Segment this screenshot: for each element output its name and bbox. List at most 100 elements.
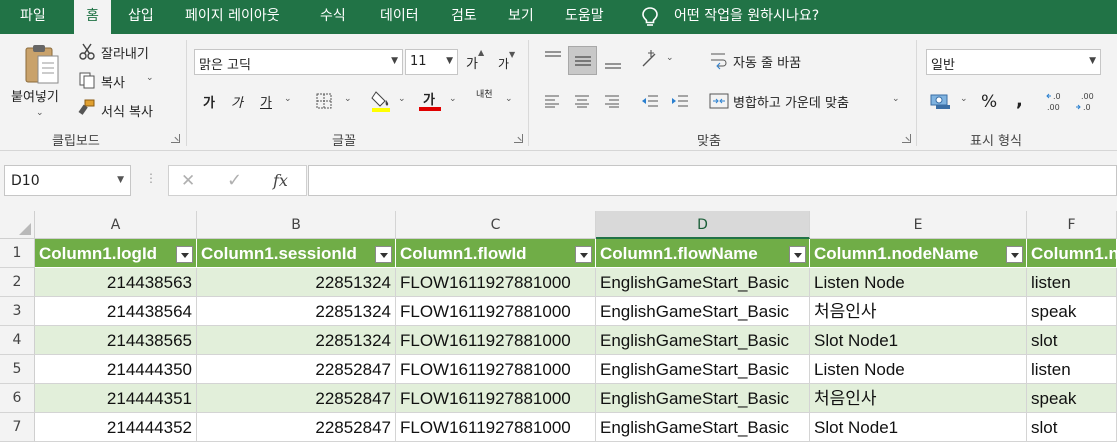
increase-decimal-icon[interactable]: .0 .00	[1045, 90, 1067, 114]
bold-button[interactable]: 가	[203, 92, 215, 111]
table-cell[interactable]: 214438565	[35, 326, 197, 355]
tab-page-layout[interactable]: 페이지 레이아웃	[185, 0, 280, 34]
filter-dropdown-icon[interactable]	[1006, 246, 1023, 263]
name-box[interactable]: D10 ▼	[4, 165, 131, 196]
insert-function-icon[interactable]: fx	[273, 171, 288, 190]
copy-dropdown-icon[interactable]: ⌄	[146, 73, 154, 83]
table-cell[interactable]: 214438564	[35, 297, 197, 326]
borders-dropdown-icon[interactable]: ⌄	[344, 94, 352, 104]
table-cell[interactable]: EnglishGameStart_Basic	[596, 384, 810, 413]
tab-review[interactable]: 검토	[451, 0, 477, 34]
table-header-cell[interactable]: Column1.n	[1027, 239, 1117, 268]
align-center-icon[interactable]	[573, 94, 591, 108]
table-cell[interactable]: listen	[1027, 355, 1117, 384]
table-cell[interactable]: 214444351	[35, 384, 197, 413]
tab-file[interactable]: 파일	[20, 0, 46, 34]
table-cell[interactable]: 22851324	[197, 326, 396, 355]
table-cell[interactable]: 214444352	[35, 413, 197, 442]
tab-formulas[interactable]: 수식	[320, 0, 346, 34]
table-cell[interactable]: Listen Node	[810, 355, 1027, 384]
table-cell[interactable]: 214438563	[35, 268, 197, 297]
table-cell[interactable]: 22852847	[197, 355, 396, 384]
copy-button[interactable]: 복사	[101, 72, 125, 91]
row-header-6[interactable]: 6	[0, 384, 35, 413]
table-cell[interactable]: 22852847	[197, 413, 396, 442]
filter-dropdown-icon[interactable]	[176, 246, 193, 263]
comma-style-button[interactable]: ,	[1016, 90, 1023, 111]
number-format-combobox[interactable]: 일반 ▼	[926, 49, 1101, 75]
cancel-icon[interactable]: ✕	[181, 171, 195, 191]
merge-dropdown-icon[interactable]: ⌄	[892, 94, 900, 104]
filter-dropdown-icon[interactable]	[375, 246, 392, 263]
table-cell[interactable]: Slot Node1	[810, 326, 1027, 355]
increase-indent-icon[interactable]	[670, 93, 690, 109]
phonetic-button[interactable]: 내천	[476, 91, 496, 100]
decrease-indent-icon[interactable]	[640, 93, 660, 109]
table-cell[interactable]: slot	[1027, 413, 1117, 442]
tab-insert[interactable]: 삽입	[128, 0, 154, 34]
select-all-button[interactable]	[0, 211, 35, 239]
table-cell[interactable]: speak	[1027, 297, 1117, 326]
table-cell[interactable]: 22851324	[197, 268, 396, 297]
table-header-cell[interactable]: Column1.logId	[35, 239, 197, 268]
underline-dropdown-icon[interactable]: ⌄	[284, 94, 292, 104]
table-cell[interactable]: FLOW1611927881000	[396, 384, 596, 413]
font-color-dropdown-icon[interactable]: ⌄	[449, 94, 457, 104]
row-header-4[interactable]: 4	[0, 326, 35, 355]
column-header-d[interactable]: D	[596, 211, 810, 239]
column-header-e[interactable]: E	[810, 211, 1027, 239]
table-header-cell[interactable]: Column1.flowId	[396, 239, 596, 268]
filter-dropdown-icon[interactable]	[789, 246, 806, 263]
clipboard-launcher-icon[interactable]	[171, 134, 180, 143]
cut-button[interactable]: 잘라내기	[101, 43, 149, 62]
align-top-icon[interactable]	[543, 50, 563, 64]
column-header-f[interactable]: F	[1027, 211, 1117, 239]
align-middle-button[interactable]	[568, 46, 597, 75]
paste-button[interactable]: 붙여넣기	[11, 86, 59, 105]
table-cell[interactable]: slot	[1027, 326, 1117, 355]
decrease-decimal-icon[interactable]: .00 .0	[1075, 90, 1097, 114]
table-header-cell[interactable]: Column1.flowName	[596, 239, 810, 268]
alignment-launcher-icon[interactable]	[902, 134, 911, 143]
table-cell[interactable]: EnglishGameStart_Basic	[596, 355, 810, 384]
table-cell[interactable]: EnglishGameStart_Basic	[596, 268, 810, 297]
borders-icon[interactable]	[315, 92, 333, 110]
table-cell[interactable]: FLOW1611927881000	[396, 355, 596, 384]
font-size-combobox[interactable]: 11 ▼	[405, 49, 458, 75]
table-cell[interactable]: 22851324	[197, 297, 396, 326]
paste-dropdown-icon[interactable]: ⌄	[36, 108, 44, 118]
tab-data[interactable]: 데이터	[380, 0, 419, 34]
underline-button[interactable]: 가	[260, 92, 272, 111]
phonetic-dropdown-icon[interactable]: ⌄	[505, 94, 513, 104]
fill-color-icon[interactable]	[370, 89, 392, 113]
shrink-font-button[interactable]: 가	[498, 55, 509, 72]
font-launcher-icon[interactable]	[514, 134, 523, 143]
table-cell[interactable]: EnglishGameStart_Basic	[596, 326, 810, 355]
font-name-combobox[interactable]: 맑은 고딕 ▼	[194, 49, 403, 75]
table-cell[interactable]: speak	[1027, 384, 1117, 413]
table-cell[interactable]: FLOW1611927881000	[396, 326, 596, 355]
orientation-dropdown-icon[interactable]: ⌄	[666, 53, 674, 63]
column-header-a[interactable]: A	[35, 211, 197, 239]
orientation-icon[interactable]	[640, 49, 662, 69]
row-header-2[interactable]: 2	[0, 268, 35, 297]
align-right-icon[interactable]	[603, 94, 621, 108]
formula-input[interactable]	[308, 165, 1117, 196]
percent-style-button[interactable]: %	[981, 92, 997, 112]
tell-me-box[interactable]: 어떤 작업을 원하시나요?	[674, 0, 819, 34]
table-cell[interactable]: 214444350	[35, 355, 197, 384]
accounting-format-icon[interactable]	[930, 92, 952, 110]
column-header-b[interactable]: B	[197, 211, 396, 239]
table-cell[interactable]: FLOW1611927881000	[396, 297, 596, 326]
table-cell[interactable]: FLOW1611927881000	[396, 413, 596, 442]
table-cell[interactable]: 22852847	[197, 384, 396, 413]
table-cell[interactable]: Slot Node1	[810, 413, 1027, 442]
table-cell[interactable]: EnglishGameStart_Basic	[596, 413, 810, 442]
table-cell[interactable]: FLOW1611927881000	[396, 268, 596, 297]
tab-home[interactable]: 홈	[74, 0, 111, 34]
align-bottom-icon[interactable]	[603, 56, 623, 70]
tab-view[interactable]: 보기	[508, 0, 534, 34]
row-header-1[interactable]: 1	[0, 239, 35, 268]
accounting-dropdown-icon[interactable]: ⌄	[960, 94, 968, 104]
merge-center-button[interactable]: 병합하고 가운데 맞춤	[733, 92, 849, 111]
